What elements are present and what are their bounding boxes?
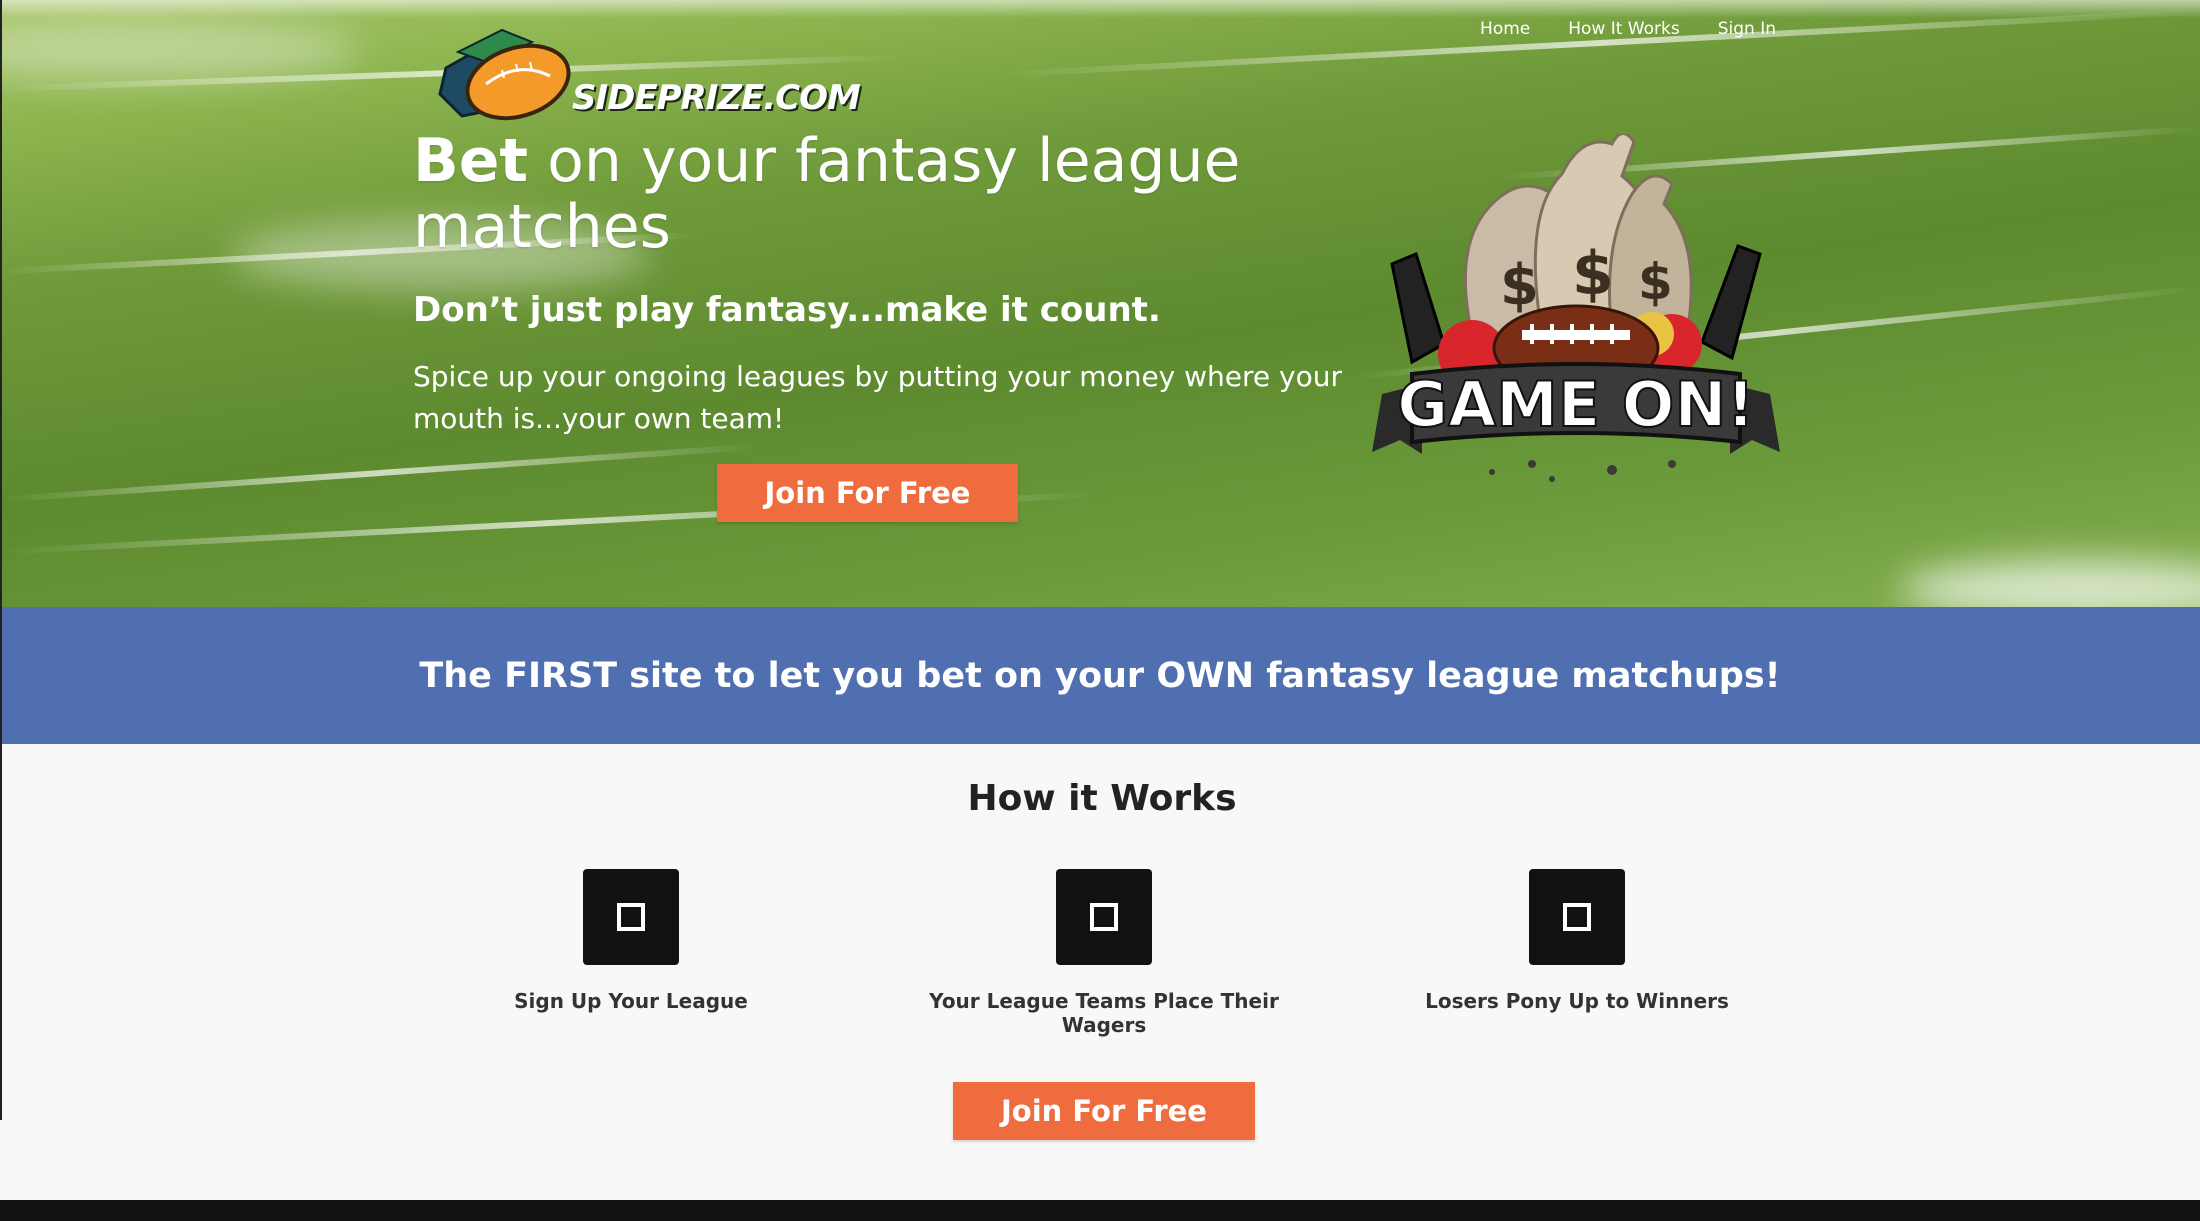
top-nav: Home How It Works Sign In — [1480, 19, 1776, 39]
field-streak — [0, 443, 760, 503]
how-it-works-title: How it Works — [967, 778, 1237, 819]
square-icon — [583, 869, 679, 965]
step-label: Your League Teams Place Their Wagers — [929, 989, 1279, 1037]
nav-how-it-works-link[interactable]: How It Works — [1568, 19, 1679, 39]
footer-bar — [0, 1200, 2200, 1221]
join-for-free-bottom-button[interactable]: Join For Free — [953, 1082, 1255, 1140]
hero-subtitle: Don’t just play fantasy...make it count. — [413, 290, 1161, 330]
window-edge — [0, 0, 2, 1120]
hero-description: Spice up your ongoing leagues by putting… — [413, 360, 1342, 435]
tagline-banner: The FIRST site to let you bet on your OW… — [0, 607, 2200, 744]
step-sign-up: Sign Up Your League — [411, 869, 851, 1013]
hero-title-rest: on your fantasy league matches — [413, 126, 1241, 262]
field-blur — [1900, 560, 2200, 607]
svg-text:$: $ — [1572, 239, 1614, 309]
logo-text: SIDEPRIZE.COM — [572, 78, 861, 118]
square-icon — [1529, 869, 1625, 965]
nav-sign-in-link[interactable]: Sign In — [1718, 19, 1776, 39]
join-for-free-button[interactable]: Join For Free — [717, 464, 1018, 522]
square-icon — [1056, 869, 1152, 965]
step-label: Sign Up Your League — [514, 989, 748, 1013]
hero-title-bold: Bet — [413, 126, 529, 196]
banner-text: The FIRST site to let you bet on your OW… — [419, 655, 1781, 696]
game-on-text: GAME ON! — [1397, 368, 1754, 441]
nav-home-link[interactable]: Home — [1480, 19, 1530, 39]
game-on-graphic: $ $ $ GAME ON! — [1372, 134, 1780, 482]
hero-section: Home How It Works Sign In SIDEPRIZE.COM … — [0, 0, 2200, 607]
svg-text:$: $ — [1500, 253, 1539, 318]
svg-text:$: $ — [1638, 253, 1673, 311]
step-place-wagers: Your League Teams Place Their Wagers — [884, 869, 1324, 1037]
step-losers-pay: Losers Pony Up to Winners — [1357, 869, 1797, 1013]
field-blur — [0, 20, 360, 80]
hero-title: Bet on your fantasy league matches — [413, 128, 1293, 260]
logo[interactable]: SIDEPRIZE.COM — [432, 24, 861, 134]
step-label: Losers Pony Up to Winners — [1425, 989, 1729, 1013]
